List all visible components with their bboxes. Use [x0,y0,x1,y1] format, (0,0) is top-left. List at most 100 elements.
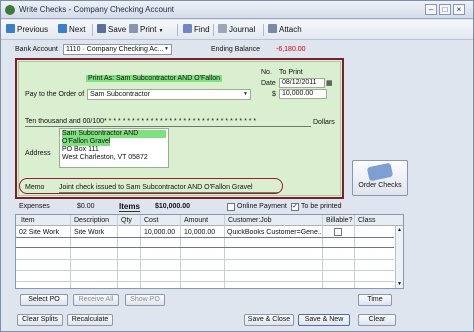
check-number-value[interactable]: To Print [279,69,303,76]
cell-customer-job[interactable]: QuickBooks Customer=Gene... [227,229,321,236]
show-po-button[interactable]: Show PO [125,294,165,306]
items-table: Item Description Qty Cost Amount Custome… [15,214,404,289]
to-be-printed-label: To be printed [301,203,342,210]
column-header-customer-job[interactable]: Customer:Job [228,217,272,224]
column-header-amount[interactable]: Amount [184,217,208,224]
previous-label: Previous [17,25,49,34]
cell-item[interactable]: 02 Site Work [19,229,69,236]
online-payment-checkbox[interactable] [227,203,235,211]
printer-icon [129,24,138,33]
items-table-header: Item Description Qty Cost Amount Custome… [16,215,403,226]
scroll-up-icon[interactable]: ▲ [396,226,403,234]
find-label: Find [194,25,210,34]
receive-all-button[interactable]: Receive All [73,294,119,306]
previous-button[interactable]: Previous [6,23,48,37]
column-header-billable[interactable]: Billable? [326,217,352,224]
app-icon [5,5,15,15]
attach-button[interactable]: Attach [268,23,302,37]
online-payment-label: Online Payment [237,203,287,210]
journal-label: Journal [229,25,256,34]
print-dropdown-icon[interactable]: ▼ [158,28,163,34]
table-scrollbar[interactable]: ▲ ▼ [395,226,403,288]
save-close-button[interactable]: Save & Close [244,314,294,326]
row-divider [16,270,394,271]
toolbar: Previous Next Save Print ▼ Find Journal A… [1,20,473,40]
window-title: Write Checks - Company Checking Account [19,5,175,14]
column-divider [117,215,118,288]
write-checks-window: Write Checks - Company Checking Account … [0,0,474,332]
recalculate-button[interactable]: Recalculate [67,314,113,326]
address-line: West Charleston, VT 05872 [62,154,148,161]
toolbar-separator [92,24,93,36]
expenses-amount: $0.00 [77,203,95,210]
column-divider [140,215,141,288]
save-disk-icon [97,24,106,33]
address-label: Address [25,150,51,157]
save-label: Save [108,25,127,34]
column-divider [354,215,355,288]
paperclip-icon [268,24,277,33]
items-amount: $10,000.00 [155,203,191,210]
journal-icon [218,24,227,33]
toolbar-separator [213,24,214,36]
journal-button[interactable]: Journal [218,23,255,37]
check-number-label: No. [261,69,272,76]
find-button[interactable]: Find [183,23,210,37]
row-divider [16,281,394,282]
attach-label: Attach [279,25,302,34]
column-divider [70,215,71,288]
next-label: Next [69,25,86,34]
payee-select[interactable]: Sam Subcontractor ▼ [87,89,251,100]
check-date-value: 08/12/2011 [282,79,317,86]
column-header-cost[interactable]: Cost [144,217,158,224]
time-button[interactable]: Time [358,294,392,306]
cell-cost[interactable]: 10,000.00 [144,229,178,236]
clear-splits-button[interactable]: Clear Splits [17,314,63,326]
select-po-button[interactable]: Select PO [20,294,68,306]
save-button[interactable]: Save [97,23,126,37]
column-header-description[interactable]: Description [74,217,109,224]
column-header-qty[interactable]: Qty [121,217,132,224]
print-button[interactable]: Print ▼ [129,23,163,37]
table-row-empty-active[interactable] [16,237,394,248]
address-line: O'Fallon Gravel [62,138,111,146]
previous-arrow-icon [6,24,15,33]
to-be-printed-checkbox[interactable]: ✓ [291,203,299,211]
next-button[interactable]: Next [58,23,85,37]
ending-balance-label: Ending Balance [211,46,261,53]
billable-checkbox[interactable] [334,228,342,236]
scroll-down-icon[interactable]: ▼ [396,280,403,288]
tab-items[interactable]: Items [119,202,140,212]
column-divider [224,215,225,288]
bank-account-label: Bank Account [15,46,58,53]
bank-account-value: 1110 · Company Checking Ac... [66,46,164,53]
payee-value: Sam Subcontractor [90,91,150,98]
close-button[interactable]: × [453,4,465,15]
currency-symbol: $ [272,91,276,98]
clear-button[interactable]: Clear [358,314,396,326]
address-line: Sam Subcontractor AND [62,130,166,138]
column-header-class[interactable]: Class [358,217,376,224]
tab-expenses[interactable]: Expenses [19,203,50,210]
dollars-label: Dollars [313,119,335,126]
check-date-field[interactable]: 08/12/2011 [279,78,325,88]
calendar-icon[interactable]: ▦ [326,79,333,87]
bank-account-select[interactable]: 1110 · Company Checking Ac... ▼ [63,44,172,55]
order-checks-button[interactable]: Order Checks [352,160,408,196]
column-divider [322,215,323,288]
expense-items-tabs: Expenses $0.00 Items $10,000.00 Online P… [15,201,404,213]
chevron-down-icon: ▼ [243,91,248,97]
minimize-button[interactable]: – [425,4,437,15]
address-field[interactable]: Sam Subcontractor AND O'Fallon Gravel PO… [59,128,169,168]
row-divider [16,259,394,260]
maximize-button[interactable]: □ [439,4,451,15]
amount-field[interactable]: 10,000.00 [279,89,327,99]
cell-amount[interactable]: 10,000.00 [184,229,222,236]
order-checks-label: Order Checks [358,182,402,189]
pay-to-label: Pay to the Order of [25,91,85,98]
cell-description[interactable]: Site Work [74,229,116,236]
column-header-item[interactable]: Item [21,217,35,224]
amount-value: 10,000.00 [282,90,314,97]
save-new-button[interactable]: Save & New [298,314,350,326]
amount-words-underline [25,126,311,127]
